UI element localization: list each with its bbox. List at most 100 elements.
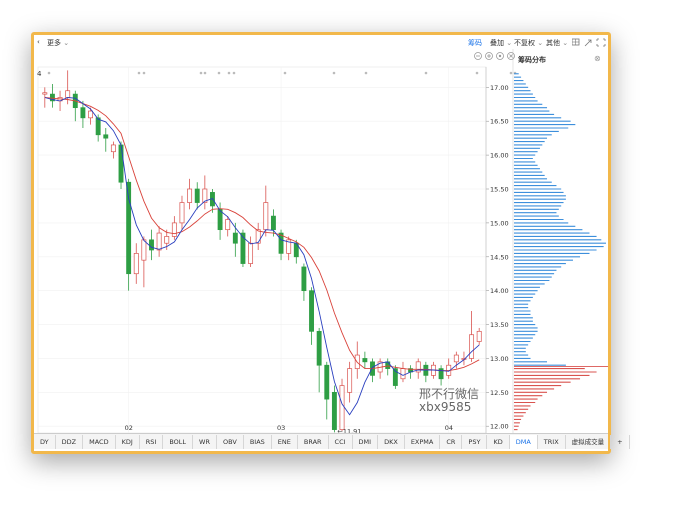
indicator-tab[interactable]: EXPMA xyxy=(405,434,441,449)
indicator-tab[interactable]: CR xyxy=(440,434,463,449)
indicator-tab[interactable]: 虚拟成交量 xyxy=(566,434,612,449)
indicator-tab[interactable]: BIAS xyxy=(244,434,272,449)
candle-down xyxy=(232,232,238,244)
candle-down xyxy=(331,391,337,430)
indicator-tab[interactable]: DKX xyxy=(378,434,405,449)
more-label: 更多 xyxy=(47,39,61,47)
candle-down xyxy=(118,144,124,183)
indicator-tab[interactable]: KD xyxy=(487,434,510,449)
y-tick-label: 17.00 xyxy=(490,84,509,92)
indicator-tab[interactable]: DY xyxy=(34,434,56,449)
indicator-tab[interactable]: DMA xyxy=(509,434,538,449)
candle-down xyxy=(95,117,101,136)
toolbar: ‹ 更多 ⌄ 筹码 叠加 ⌄ 不复权 ⌄ 其他 ⌄ xyxy=(34,35,608,49)
event-marker xyxy=(364,71,368,75)
indicator-tab[interactable]: DMI xyxy=(353,434,379,449)
chevron-down-icon: ⌄ xyxy=(63,39,70,47)
event-marker xyxy=(424,71,428,75)
indicator-tabs: DY DDZ MACD KDJ RSI BOLL WR OBV BIAS ENE BRAR CCI DM… xyxy=(34,433,630,449)
settings-icon-dot xyxy=(498,54,502,58)
candle-up xyxy=(141,239,147,261)
event-markers xyxy=(47,71,517,75)
overlay-menu[interactable]: 叠加 ⌄ xyxy=(490,38,512,48)
candle-down xyxy=(80,107,86,119)
panel-title: 筹码分布 xyxy=(518,56,546,64)
indicator-tab[interactable]: BOLL xyxy=(163,434,194,449)
overlay-label: 叠加 xyxy=(490,39,504,47)
indicator-tab[interactable]: MACD xyxy=(83,434,116,449)
event-marker xyxy=(142,71,146,75)
event-marker xyxy=(232,71,236,75)
indicator-tab[interactable]: DDZ xyxy=(56,434,84,449)
candle-up xyxy=(187,188,193,203)
candle-down xyxy=(301,266,307,292)
candle-up xyxy=(179,202,185,224)
indicator-tab[interactable]: PSY xyxy=(462,434,488,449)
zoom-controls xyxy=(474,52,515,60)
y-tick-label: 16.50 xyxy=(490,118,509,126)
candle-up xyxy=(88,110,93,119)
y-tick-label: 15.00 xyxy=(490,219,509,227)
candle-down xyxy=(324,364,330,400)
candle-down xyxy=(194,188,200,203)
y-tick-label: 16.00 xyxy=(490,152,509,160)
window-controls xyxy=(572,38,606,47)
indicator-tab[interactable]: CCI xyxy=(329,434,353,449)
event-marker xyxy=(509,71,513,75)
candle-up xyxy=(225,219,231,231)
popout-icon[interactable] xyxy=(584,39,592,47)
candle-up xyxy=(400,368,406,380)
other-label: 其他 xyxy=(546,39,560,47)
indicator-tab[interactable]: WR xyxy=(193,434,217,449)
indicator-tab[interactable]: ENE xyxy=(272,434,298,449)
more-menu[interactable]: 更多 ⌄ xyxy=(47,38,69,48)
add-indicator-button[interactable]: + xyxy=(611,434,630,449)
candle-up xyxy=(65,90,71,98)
candle-up xyxy=(469,334,475,359)
indicator-tab[interactable]: KDJ xyxy=(116,434,140,449)
x-tick-label: 03 xyxy=(277,424,285,432)
candle-up xyxy=(42,92,48,95)
candle-up xyxy=(347,368,353,393)
y-axis: 17.00 16.50 16.00 15.50 15.00 14.50 14.00 13.50… xyxy=(485,67,509,433)
back-button[interactable]: ‹ xyxy=(37,38,40,46)
close-icon-cross xyxy=(509,54,513,58)
candle-down xyxy=(103,134,109,139)
candle-down xyxy=(309,290,314,332)
fullscreen-icon[interactable] xyxy=(596,38,606,47)
other-menu[interactable]: 其他 ⌄ xyxy=(546,38,568,48)
chevron-down-icon: ⌄ xyxy=(506,39,513,47)
candle-up xyxy=(263,202,269,231)
y-tick-label: 14.50 xyxy=(490,253,509,261)
event-marker xyxy=(199,71,203,75)
panel-close-icon[interactable]: ⊗ xyxy=(594,54,601,63)
event-marker xyxy=(332,71,336,75)
tab-chips[interactable]: 筹码 xyxy=(468,38,482,48)
candle-up xyxy=(171,222,177,237)
candle-down xyxy=(385,361,391,369)
x-tick-label: 02 xyxy=(125,424,133,432)
indicator-tab[interactable]: OBV xyxy=(217,434,244,449)
y-tick-label: 12.00 xyxy=(490,423,509,431)
candle-down xyxy=(270,215,276,231)
candle-down xyxy=(149,239,154,251)
candle-up xyxy=(476,330,482,342)
event-marker xyxy=(47,71,51,75)
candle-up xyxy=(133,253,139,275)
chart-area: 17.00 16.50 16.00 15.50 15.00 14.50 14.00 13.50… xyxy=(37,49,608,433)
candle-down xyxy=(316,330,322,366)
indicator-tab[interactable]: TRIX xyxy=(538,434,566,449)
y-tick-label: 13.50 xyxy=(490,321,509,329)
indicator-tab[interactable]: RSI xyxy=(140,434,164,449)
x-tick-label: 04 xyxy=(445,424,453,432)
ma-long-line xyxy=(44,97,480,372)
candle-up xyxy=(339,385,345,430)
y-tick-label: 14.00 xyxy=(490,287,509,295)
event-marker xyxy=(475,71,479,75)
x-axis: 02 03 04←11.91 xyxy=(125,424,453,433)
event-marker xyxy=(203,71,207,75)
adjust-menu[interactable]: 不复权 ⌄ xyxy=(514,38,543,48)
ma-short-line xyxy=(44,97,480,416)
indicator-tab[interactable]: BRAR xyxy=(298,434,329,449)
candle-down xyxy=(362,358,368,363)
